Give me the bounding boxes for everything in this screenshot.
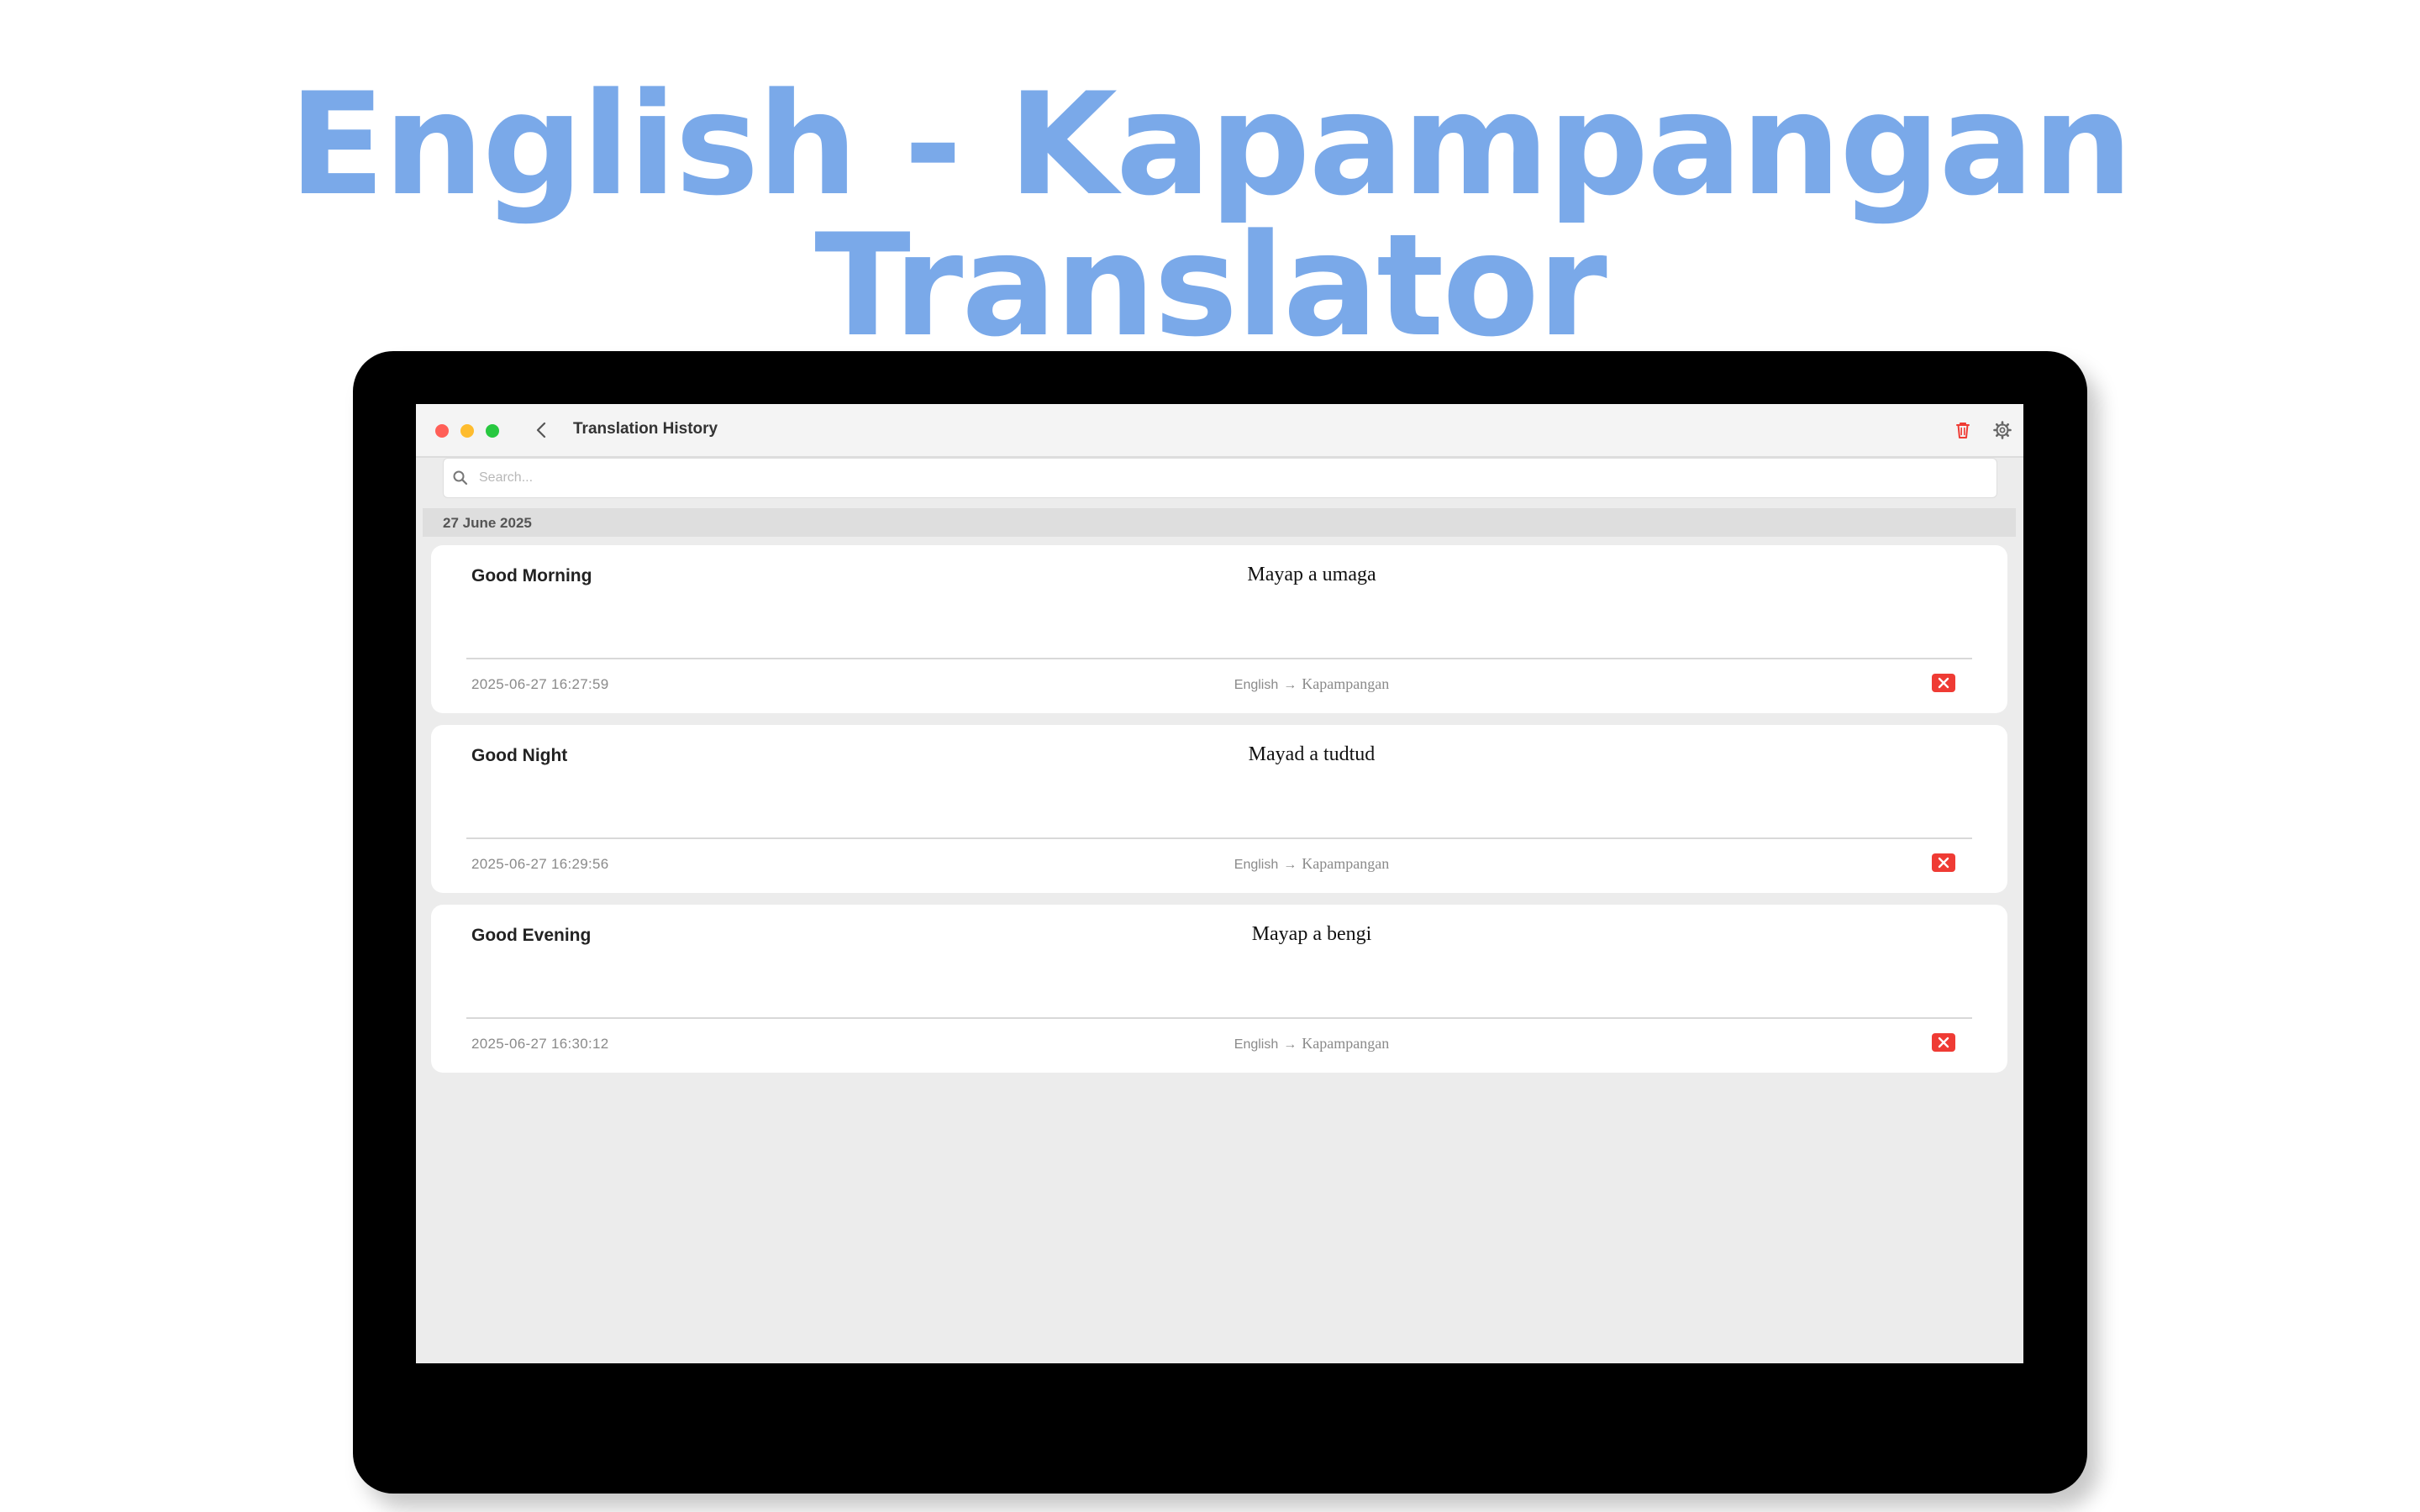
title-bar: Translation History	[416, 404, 2023, 458]
source-language: English	[1234, 678, 1279, 692]
target-language: Kapampangan	[1302, 1035, 1390, 1052]
app-window: Translation History Search... 27 June 20…	[416, 404, 2023, 1363]
close-window-button[interactable]	[435, 424, 449, 438]
search-input[interactable]	[477, 464, 1985, 492]
entry-divider	[466, 1017, 1972, 1019]
entry-timestamp: 2025-06-27 16:30:12	[471, 1036, 609, 1052]
source-text: Good Evening	[471, 926, 592, 945]
source-language: English	[1234, 1037, 1279, 1052]
date-header-label: 27 June 2025	[443, 515, 532, 531]
settings-button[interactable]	[1990, 417, 2015, 443]
entry-timestamp: 2025-06-27 16:27:59	[471, 676, 609, 692]
close-icon	[1938, 677, 1949, 689]
minimize-window-button[interactable]	[460, 424, 474, 438]
entry-divider	[466, 658, 1972, 659]
language-pair: English → Kapampangan	[1177, 1035, 1446, 1053]
delete-entry-button[interactable]	[1932, 674, 1955, 692]
arrow-right-icon: →	[1283, 1037, 1297, 1052]
close-icon	[1938, 857, 1949, 869]
translated-text: Mayap a bengi	[1251, 923, 1372, 945]
target-language: Kapampangan	[1302, 675, 1390, 692]
translated-text: Mayad a tudtud	[1248, 743, 1376, 765]
language-pair: English → Kapampangan	[1177, 855, 1446, 873]
gear-icon	[1993, 421, 2012, 439]
history-entry-card[interactable]: Good Evening Mayap a bengi 2025-06-27 16…	[431, 905, 2007, 1073]
zoom-window-button[interactable]	[486, 424, 499, 438]
arrow-right-icon: →	[1283, 678, 1297, 692]
delete-entry-button[interactable]	[1932, 1033, 1955, 1052]
translated-text: Mayap a umaga	[1247, 564, 1376, 585]
back-button[interactable]	[532, 419, 552, 441]
search-icon	[453, 470, 468, 486]
target-language: Kapampangan	[1302, 855, 1390, 872]
clear-history-button[interactable]	[1950, 417, 1975, 443]
language-pair: English → Kapampangan	[1177, 675, 1446, 693]
delete-entry-button[interactable]	[1932, 853, 1955, 872]
chevron-left-icon	[536, 422, 546, 438]
source-text: Good Morning	[471, 566, 592, 585]
arrow-right-icon: →	[1283, 858, 1297, 872]
window-title: Translation History	[573, 420, 718, 438]
hero-title: English - Kapampangan Translator	[288, 62, 2133, 368]
search-bar	[443, 458, 1997, 498]
trash-icon	[1956, 423, 1970, 438]
entry-timestamp: 2025-06-27 16:29:56	[471, 856, 609, 872]
close-icon	[1938, 1037, 1949, 1048]
entry-divider	[466, 837, 1972, 839]
source-language: English	[1234, 858, 1279, 872]
source-text: Good Night	[471, 746, 568, 765]
history-entry-card[interactable]: Good Night Mayad a tudtud 2025-06-27 16:…	[431, 725, 2007, 893]
date-section-header: 27 June 2025	[423, 508, 2016, 537]
history-entry-card[interactable]: Good Morning Mayap a umaga 2025-06-27 16…	[431, 545, 2007, 713]
